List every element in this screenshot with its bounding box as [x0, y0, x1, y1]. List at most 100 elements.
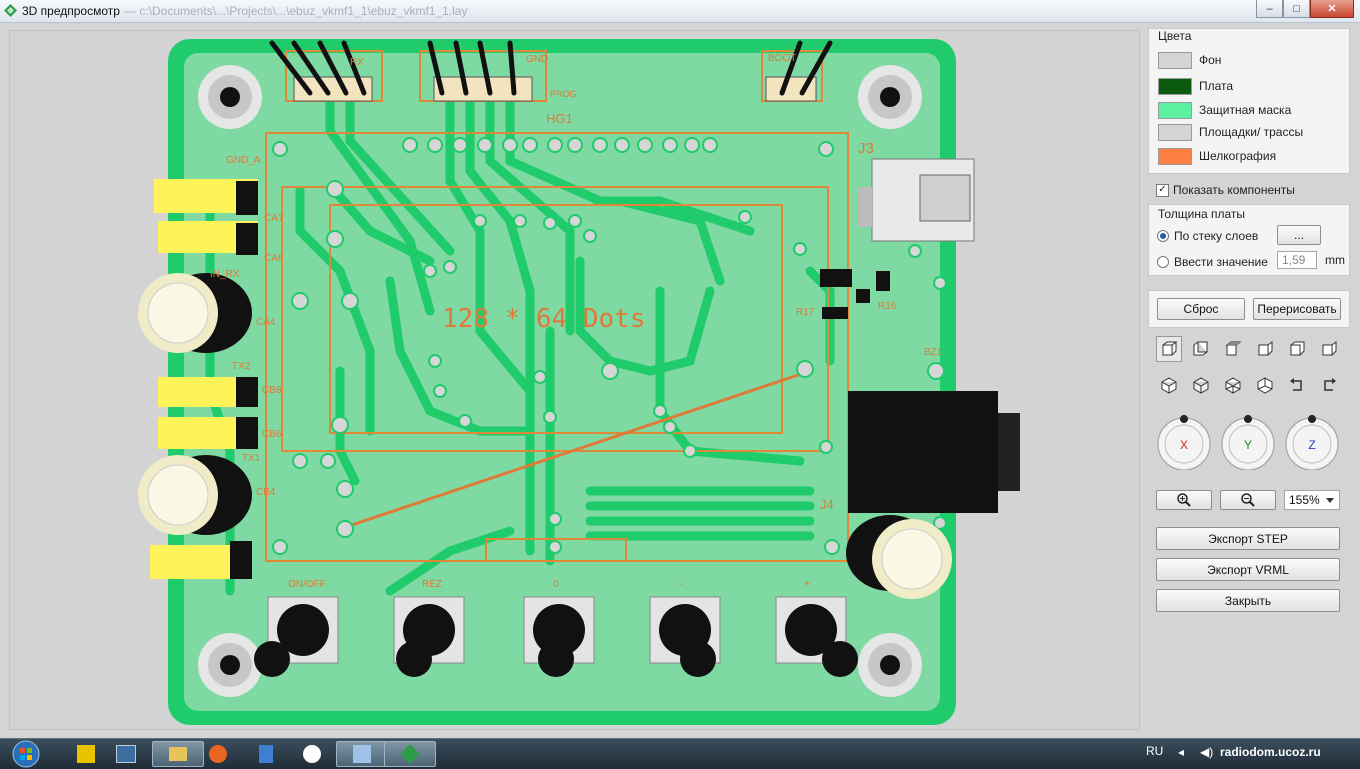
language-indicator[interactable]: RU [1146, 744, 1163, 758]
color-row-mask[interactable]: Защитная маска [1158, 101, 1291, 119]
swatch-background[interactable] [1158, 51, 1192, 69]
view-right-icon[interactable] [1316, 336, 1342, 362]
show-components-checkbox[interactable]: ✓ [1156, 183, 1169, 197]
folder-icon [169, 747, 187, 761]
app-1-icon [77, 745, 95, 763]
by-stack-label: По стеку слоев [1174, 229, 1259, 243]
enter-value-option[interactable]: Ввести значение [1157, 255, 1268, 269]
taskbar-app-7[interactable] [336, 741, 388, 767]
taskbar-pcb-app[interactable] [384, 741, 436, 767]
zoom-in-icon [1177, 493, 1191, 507]
swatch-silkscreen[interactable] [1158, 147, 1192, 165]
view-iso-3-icon[interactable] [1220, 372, 1246, 398]
rotate-z-dial[interactable]: Z [1284, 414, 1340, 470]
label-cb8: CB8 [262, 385, 282, 396]
taskbar-yandex[interactable] [286, 741, 338, 767]
pcb-render: RX GND PROG BOOT HG1 J3 J4 GND_A CA7 CA8… [138, 39, 1020, 725]
view-iso-4-icon[interactable] [1252, 372, 1278, 398]
label-rez: REZ [422, 579, 442, 590]
enter-value-radio[interactable] [1157, 256, 1169, 268]
start-button[interactable] [6, 740, 46, 768]
thickness-title: Толщина платы [1158, 207, 1246, 221]
label-tx1: TX1 [242, 453, 261, 464]
app-2-icon [116, 745, 136, 763]
color-label-pads: Площадки/ трассы [1199, 125, 1304, 139]
maximize-button[interactable]: □ [1283, 0, 1310, 18]
colors-title: Цвета [1158, 29, 1192, 43]
usb-connector [858, 158, 975, 242]
label-cb4: CB4 [256, 487, 276, 498]
volume-icon[interactable]: ◀) [1200, 745, 1213, 759]
view-iso-2-icon[interactable] [1188, 372, 1214, 398]
swatch-pads[interactable] [1158, 123, 1192, 141]
color-row-board[interactable]: Плата [1158, 77, 1233, 95]
by-stack-radio[interactable] [1157, 230, 1169, 242]
app-5-icon [259, 745, 273, 763]
label-cb6: CB6 [262, 429, 282, 440]
minimize-button[interactable]: – [1256, 0, 1283, 18]
settings-panel: Цвета Фон Плата Защитная маска Площадки/… [1146, 26, 1354, 728]
view-back-icon[interactable] [1188, 336, 1214, 362]
zoom-in-button[interactable] [1156, 490, 1212, 510]
label-bz1: BZ1 [924, 347, 943, 358]
label-in-rx: IN_RX [210, 269, 240, 280]
close-window-button[interactable]: ✕ [1310, 0, 1354, 18]
redraw-button[interactable]: Перерисовать [1253, 298, 1341, 320]
stack-settings-button[interactable]: ... [1277, 225, 1321, 245]
label-boot: BOOT [768, 53, 796, 64]
export-step-button[interactable]: Экспорт STEP [1156, 527, 1340, 550]
taskbar-firefox[interactable] [192, 741, 244, 767]
view-front-icon[interactable] [1156, 336, 1182, 362]
export-vrml-button[interactable]: Экспорт VRML [1156, 558, 1340, 581]
taskbar: RU ◂ ◀) radiodom.ucoz.ru [0, 738, 1360, 769]
color-row-silkscreen[interactable]: Шелкография [1158, 147, 1276, 165]
color-row-pads[interactable]: Площадки/ трассы [1158, 123, 1303, 141]
label-rx: RX [350, 57, 364, 68]
zoom-value: 155% [1289, 493, 1320, 507]
by-stack-option[interactable]: По стеку слоев [1157, 229, 1258, 243]
swatch-mask[interactable] [1158, 101, 1192, 119]
tray-arrow-icon[interactable]: ◂ [1178, 745, 1184, 759]
rotate-right-icon[interactable] [1316, 372, 1342, 398]
label-ca7: CA7 [264, 213, 284, 224]
label-zero: 0 [553, 579, 559, 590]
label-minus: - [680, 579, 683, 590]
color-row-background[interactable]: Фон [1158, 51, 1221, 69]
thickness-input[interactable]: 1,59 [1277, 251, 1317, 269]
yandex-icon [303, 745, 321, 763]
zoom-select[interactable]: 155% [1284, 490, 1340, 510]
window-path: — c:\Documents\...\Projects\...\ebuz_vkm… [124, 4, 468, 18]
rotate-y-dial[interactable]: Y [1220, 414, 1276, 470]
label-hg1: HG1 [546, 111, 573, 126]
window-title: 3D предпросмотр [22, 4, 120, 18]
rotate-x-dial[interactable]: X [1156, 414, 1212, 470]
title-bar: 3D предпросмотр — c:\Documents\...\Proje… [0, 0, 1360, 23]
view-top-icon[interactable] [1220, 336, 1246, 362]
zoom-out-button[interactable] [1220, 490, 1276, 510]
label-gnd-a: GND_A [226, 155, 261, 166]
pcb-app-icon [400, 744, 420, 764]
taskbar-app-2[interactable] [100, 741, 152, 767]
view-left-icon[interactable] [1284, 336, 1310, 362]
label-r16: R16 [878, 301, 897, 312]
reset-button[interactable]: Сброс [1157, 298, 1245, 320]
label-dots: 128 * 64 Dots [442, 304, 646, 334]
show-components-row[interactable]: ✓ Показать компоненты [1156, 183, 1295, 197]
zoom-out-icon [1241, 493, 1255, 507]
view-iso-1-icon[interactable] [1156, 372, 1182, 398]
watermark-site: radiodom.ucoz.ru [1220, 745, 1321, 759]
swatch-board[interactable] [1158, 77, 1192, 95]
color-label-silkscreen: Шелкография [1199, 149, 1277, 163]
color-label-mask: Защитная маска [1199, 103, 1292, 117]
app-icon [4, 4, 17, 17]
thickness-unit: mm [1325, 253, 1345, 267]
label-tx2: TX2 [232, 361, 251, 372]
enter-value-label: Ввести значение [1174, 255, 1268, 269]
taskbar-app-5[interactable] [240, 741, 292, 767]
rotate-left-icon[interactable] [1284, 372, 1310, 398]
close-button[interactable]: Закрыть [1156, 589, 1340, 612]
3d-viewport[interactable]: RX GND PROG BOOT HG1 J3 J4 GND_A CA7 CA8… [9, 30, 1140, 730]
view-bottom-icon[interactable] [1252, 336, 1278, 362]
axis-x-label: X [1180, 438, 1188, 452]
color-label-board: Плата [1199, 79, 1234, 93]
